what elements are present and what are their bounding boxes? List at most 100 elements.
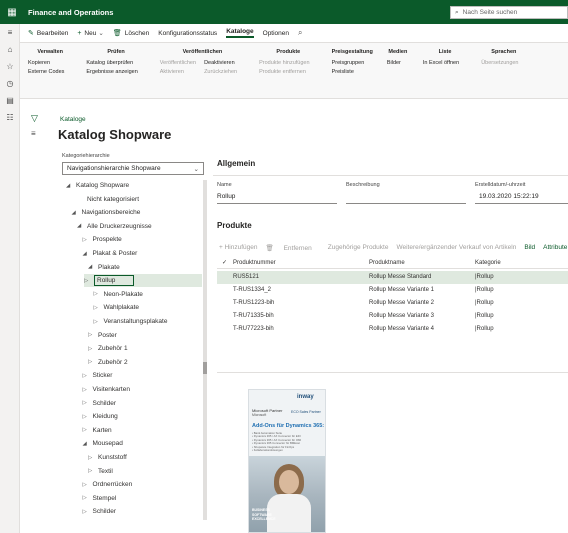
tree-node[interactable]: ◢ Alle Druckerzeugnisse [77,220,152,233]
ribbon-button[interactable]: Aktivieren [160,68,196,77]
ribbon-button[interactable]: In Excel öffnen [423,59,459,68]
ribbon-button[interactable]: Produkte hinzufügen [259,59,309,68]
tab-kataloge[interactable]: Kataloge [226,28,254,38]
filter-icon[interactable]: ▽ [31,113,38,124]
table-row[interactable]: T-RU77223-bih Rollup Messe Variante 4 |Rol… [217,323,568,336]
tree-node[interactable]: ▷ Wahlplakate [94,301,140,314]
collapsed-triangle-icon[interactable]: ▷ [88,468,93,474]
tree-node[interactable]: ▷ Textil [88,465,113,478]
hamburger-menu-icon[interactable]: ≡ [0,24,20,41]
ribbon-button[interactable]: Übersetzungen [481,59,518,68]
ribbon-button[interactable]: Veröffentlichen [160,59,196,68]
tree-node[interactable]: ◢ Mousepad [83,437,123,450]
image-button[interactable]: Bild [524,244,535,251]
expanded-triangle-icon[interactable]: ◢ [66,183,71,189]
tree-node[interactable]: ▷ Kunststoff [88,451,127,464]
table-row[interactable]: T-RUS1223-bih Rollup Messe Variante 2 |Rol… [217,297,568,310]
collapsed-triangle-icon[interactable]: ▷ [83,495,88,501]
tree-node[interactable]: ▷ Schilder [83,505,116,518]
tree-node[interactable]: ▷ Zubehör 1 [88,342,128,355]
list-menu-icon[interactable]: ≡ [31,129,36,138]
tree-node[interactable]: ▷ Karten [83,424,112,437]
tree-node[interactable]: ◢ Navigationsbereiche [72,206,141,219]
hierarchy-select[interactable]: Navigationshierarchie Shopware ⌄ [62,162,204,175]
tree-node[interactable]: ▷ Veranstaltungsplakate [94,315,168,328]
ribbon-button[interactable]: Ergebnisse anzeigen [86,68,137,77]
expanded-triangle-icon[interactable]: ◢ [88,264,93,270]
ribbon-button[interactable]: Bilder [387,59,401,68]
table-row[interactable]: RUS5121 Rollup Messe Standard |Rollup [217,271,568,284]
tree-node[interactable]: ▷ Prospekte [83,233,122,246]
ribbon-button[interactable]: Deaktivieren [204,59,237,68]
collapsed-triangle-icon[interactable]: ▷ [84,278,89,284]
collapsed-triangle-icon[interactable]: ▷ [83,237,88,243]
delete-button[interactable]: 🗑 Löschen [113,29,149,38]
app-launcher-icon[interactable]: ▦ [0,0,24,24]
collapsed-triangle-icon[interactable]: ▷ [83,482,88,488]
column-header-category[interactable]: Kategorie [475,260,501,266]
collapsed-triangle-icon[interactable]: ▷ [88,359,93,365]
tab-optionen[interactable]: Optionen [263,30,289,37]
column-header-product-number[interactable]: Produktnummer [233,260,276,266]
ribbon-button[interactable]: Produkte entfernen [259,68,309,77]
collapsed-triangle-icon[interactable]: ▷ [83,414,88,420]
remove-product-button[interactable]: 🗑 Entfernen [266,244,320,252]
created-field[interactable]: 19.03.2020 15:22:19 [479,190,539,202]
tree-node[interactable]: ▷ Ordnerrücken [83,478,133,491]
expanded-triangle-icon[interactable]: ◢ [83,441,88,447]
section-products-title[interactable]: Produkte [217,221,252,230]
expanded-triangle-icon[interactable]: ◢ [83,251,88,257]
workspaces-icon[interactable]: ▤ [0,92,20,109]
add-product-button[interactable]: + Hinzufügen [219,244,258,251]
collapsed-triangle-icon[interactable]: ▷ [83,373,88,379]
tab-konfigurationsstatus[interactable]: Konfigurationsstatus [158,30,217,37]
collapsed-triangle-icon[interactable]: ▷ [94,319,99,325]
name-field[interactable]: Rollup [217,190,235,202]
tree-node[interactable]: ▷ Stempel [83,492,117,505]
action-search-icon[interactable]: ⌕ [298,28,302,38]
table-row[interactable]: T-RU71335-bih Rollup Messe Variante 3 |Rol… [217,310,568,323]
tree-node[interactable]: ▷ Rollup [84,274,202,288]
expanded-triangle-icon[interactable]: ◢ [77,223,82,229]
table-row[interactable]: T-RUS1334_2 Rollup Messe Variante 1 |Rollu… [217,284,568,297]
collapsed-triangle-icon[interactable]: ▷ [94,291,99,297]
cross-sell-button[interactable]: Weitere/ergänzender Verkauf von Artikeln [396,244,516,251]
ribbon-button[interactable]: Preisliste [332,68,365,77]
scrollbar-thumb[interactable] [203,362,207,374]
tree-node[interactable]: ◢ Plakate [88,261,120,274]
section-general-title[interactable]: Allgemein [217,159,255,168]
attributes-button[interactable]: Attribute [543,244,567,251]
description-field[interactable] [346,203,466,204]
tree-node[interactable]: ▷ Kleidung [83,410,118,423]
tree-node[interactable]: ▷ Poster [88,329,117,342]
tree-node[interactable]: ◢ Katalog Shopware [66,179,129,192]
tree-node[interactable]: ▷ Visitenkarten [83,383,130,396]
recent-icon[interactable]: ◷ [0,75,20,92]
home-icon[interactable]: ⌂ [0,41,20,58]
tree-node[interactable]: ▷ Neon-Plakate [94,288,143,301]
ribbon-button[interactable]: Kopieren [28,59,64,68]
global-search-input[interactable]: ⌕ Nach Seite suchen [450,6,568,19]
collapsed-triangle-icon[interactable]: ▷ [83,427,88,433]
collapsed-triangle-icon[interactable]: ▷ [83,400,88,406]
collapsed-triangle-icon[interactable]: ▷ [88,332,93,338]
ribbon-button[interactable]: Externe Codes [28,68,64,77]
tree-node[interactable]: ▷ Zubehör 2 [88,356,128,369]
column-header-product-name[interactable]: Produktname [369,260,405,266]
advertisement-flyer[interactable]: inway ECO Sales Partner Microsoft Partne… [248,389,326,533]
collapsed-triangle-icon[interactable]: ▷ [88,455,93,461]
tree-node[interactable]: ▷ Schilder [83,397,116,410]
expanded-triangle-icon[interactable]: ◢ [72,210,77,216]
tree-scrollbar[interactable] [203,180,207,520]
ribbon-button[interactable]: Preisgruppen [332,59,365,68]
collapsed-triangle-icon[interactable]: ▷ [94,305,99,311]
collapsed-triangle-icon[interactable]: ▷ [83,387,88,393]
related-products-button[interactable]: Zugehörige Produkte [328,244,389,251]
tree-node[interactable]: ▷ Sticker [83,369,113,382]
tree-node[interactable]: ◢ Plakat & Poster [83,247,138,260]
collapsed-triangle-icon[interactable]: ▷ [83,509,88,515]
new-button[interactable]: + Neu ⌄ [77,29,103,38]
select-all-check-icon[interactable]: ✓ [222,259,227,266]
collapsed-triangle-icon[interactable]: ▷ [88,346,93,352]
edit-button[interactable]: ✎ Bearbeiten [28,29,68,38]
